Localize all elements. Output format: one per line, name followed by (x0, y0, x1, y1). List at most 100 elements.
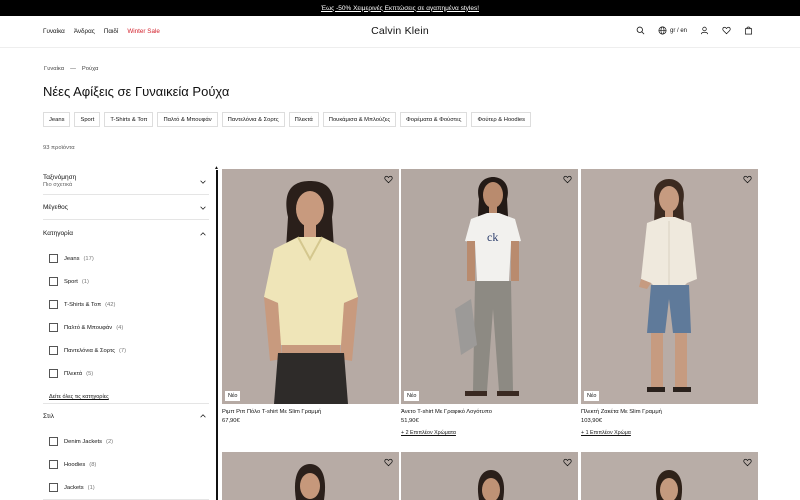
see-all-categories-link[interactable]: Δείτε όλες τις κατηγορίες (49, 394, 109, 400)
chevron-down-icon (200, 206, 206, 210)
chip-coats[interactable]: Παλτό & Μπουφάν (157, 112, 218, 127)
language-label: gr / en (669, 27, 687, 34)
product-image[interactable] (222, 452, 399, 500)
new-badge: Νέο (404, 391, 420, 401)
breadcrumb-separator: — (70, 66, 76, 72)
product-image[interactable]: ck Νέο (401, 169, 578, 404)
category-chips: Jeans Sport T-Shirts & Τοπ Παλτό & Μπουφ… (43, 112, 532, 127)
more-colors-link[interactable]: + 1 Επιπλέον Χρώμα (581, 430, 758, 436)
svg-text:ck: ck (487, 230, 498, 244)
bag-icon[interactable] (744, 26, 753, 35)
sidebar-scrollbar[interactable] (216, 170, 218, 500)
wishlist-icon[interactable] (722, 26, 731, 35)
style-options: Denim Jackets (2) Hoodies (8) Jackets (1) (49, 430, 209, 499)
product-image[interactable] (581, 452, 758, 500)
chip-jeans[interactable]: Jeans (43, 112, 71, 127)
category-filter-header[interactable]: Κατηγορία (43, 230, 209, 237)
size-label: Μέγεθος (43, 204, 68, 211)
breadcrumb-women[interactable]: Γυναίκα (44, 66, 64, 72)
style-filter-header[interactable]: Στιλ (43, 413, 209, 420)
chip-shirts[interactable]: Πουκάμισα & Μπλούζες (322, 112, 397, 127)
product-name[interactable]: Πλεκτή Ζακέτα Με Slim Γραμμή (581, 409, 758, 415)
style-option-hoodies[interactable]: Hoodies (8) (49, 453, 209, 476)
checkbox[interactable] (49, 460, 58, 469)
chip-sport[interactable]: Sport (74, 112, 101, 127)
product-card[interactable]: ck Νέο Άνετο T-shirt Με Γραφικό Λογότυπο… (401, 169, 578, 436)
site-header: Γυναίκα Άνδρας Παιδί Winter Sale Calvin … (0, 16, 800, 48)
chevron-up-icon (200, 414, 206, 418)
product-image[interactable]: Νέο (581, 169, 758, 404)
chip-dresses[interactable]: Φορέματα & Φούστες (400, 112, 468, 127)
heart-icon[interactable] (743, 458, 752, 467)
checkbox[interactable] (49, 483, 58, 492)
model-photo (401, 452, 578, 500)
sort-value: Πιο σχετικά (43, 182, 73, 188)
heart-icon[interactable] (563, 458, 572, 467)
model-photo (222, 169, 399, 404)
heart-icon[interactable] (384, 175, 393, 184)
search-icon[interactable] (636, 26, 645, 35)
product-image[interactable]: Νέο (222, 169, 399, 404)
page-title: Νέες Αφίξεις σε Γυναικεία Ρούχα (43, 84, 230, 99)
product-price: 103,90€ (581, 418, 602, 424)
category-option-sport[interactable]: Sport (1) (49, 270, 209, 293)
product-card[interactable] (581, 452, 758, 500)
category-option-tshirts[interactable]: T-Shirts & Τοπ (42) (49, 293, 209, 316)
category-option-coats[interactable]: Παλτό & Μπουφάν (4) (49, 316, 209, 339)
model-photo (581, 169, 758, 404)
category-filter: Κατηγορία Jeans (17) Sport (1) T-Shirts & … (43, 220, 209, 404)
product-card[interactable]: Νέο Ριμπ Ριπ Πόλο T-shirt Με Slim Γραμμή… (222, 169, 399, 424)
checkbox[interactable] (49, 369, 58, 378)
chevron-down-icon (200, 180, 206, 184)
product-name[interactable]: Άνετο T-shirt Με Γραφικό Λογότυπο (401, 409, 578, 415)
checkbox[interactable] (49, 346, 58, 355)
breadcrumb: Γυναίκα — Ρούχα (44, 66, 98, 72)
promo-banner[interactable]: Έως -50% Χειμερινές Εκπτώσεις σε αγαπημέ… (0, 0, 800, 16)
new-badge: Νέο (584, 391, 600, 401)
checkbox[interactable] (49, 437, 58, 446)
category-option-trousers[interactable]: Παντελόνια & Σορτς (7) (49, 339, 209, 362)
product-card[interactable]: Νέο Πλεκτή Ζακέτα Με Slim Γραμμή 103,90€… (581, 169, 758, 436)
sort-dropdown[interactable]: Ταξινόμηση Πιο σχετικά (43, 168, 209, 195)
product-image[interactable] (401, 452, 578, 500)
account-icon[interactable] (700, 26, 709, 35)
category-option-knitwear[interactable]: Πλεκτά (5) (49, 362, 209, 385)
category-options: Jeans (17) Sport (1) T-Shirts & Τοπ (42) Πα… (49, 247, 209, 403)
heart-icon[interactable] (563, 175, 572, 184)
chip-trousers[interactable]: Παντελόνια & Σορτς (221, 112, 285, 127)
product-card[interactable] (222, 452, 399, 500)
style-option-denim-jackets[interactable]: Denim Jackets (2) (49, 430, 209, 453)
checkbox[interactable] (49, 323, 58, 332)
chip-knitwear[interactable]: Πλεκτά (288, 112, 319, 127)
more-colors-link[interactable]: + 2 Επιπλέον Χρώματα (401, 430, 578, 436)
heart-icon[interactable] (743, 175, 752, 184)
model-photo: ck (401, 169, 578, 404)
style-filter: Στιλ Denim Jackets (2) Hoodies (8) Jackets… (43, 404, 209, 500)
chip-tshirts[interactable]: T-Shirts & Τοπ (104, 112, 154, 127)
category-option-jeans[interactable]: Jeans (17) (49, 247, 209, 270)
chevron-up-icon (200, 232, 206, 236)
breadcrumb-clothing[interactable]: Ρούχα (82, 66, 99, 72)
checkbox[interactable] (49, 277, 58, 286)
style-option-jackets[interactable]: Jackets (1) (49, 476, 209, 499)
size-filter[interactable]: Μέγεθος (43, 195, 209, 220)
checkbox[interactable] (49, 300, 58, 309)
header-icons: gr / en (636, 26, 753, 35)
heart-icon[interactable] (384, 458, 393, 467)
style-label: Στιλ (43, 413, 54, 420)
product-price: 67,90€ (222, 418, 240, 424)
globe-icon (658, 26, 667, 35)
product-card[interactable] (401, 452, 578, 500)
new-badge: Νέο (225, 391, 241, 401)
sort-label: Ταξινόμηση (43, 174, 77, 181)
product-name[interactable]: Ριμπ Ριπ Πόλο T-shirt Με Slim Γραμμή (222, 409, 399, 415)
model-photo (222, 452, 399, 500)
chip-hoodies[interactable]: Φούτερ & Hoodies (471, 112, 532, 127)
category-label: Κατηγορία (43, 230, 73, 237)
product-price: 51,90€ (401, 418, 419, 424)
language-switcher[interactable]: gr / en (658, 26, 687, 35)
filter-sidebar: Ταξινόμηση Πιο σχετικά Μέγεθος Κατηγορία… (43, 168, 209, 500)
checkbox[interactable] (49, 254, 58, 263)
product-count: 93 προϊόντα (43, 145, 75, 151)
model-photo (581, 452, 758, 500)
